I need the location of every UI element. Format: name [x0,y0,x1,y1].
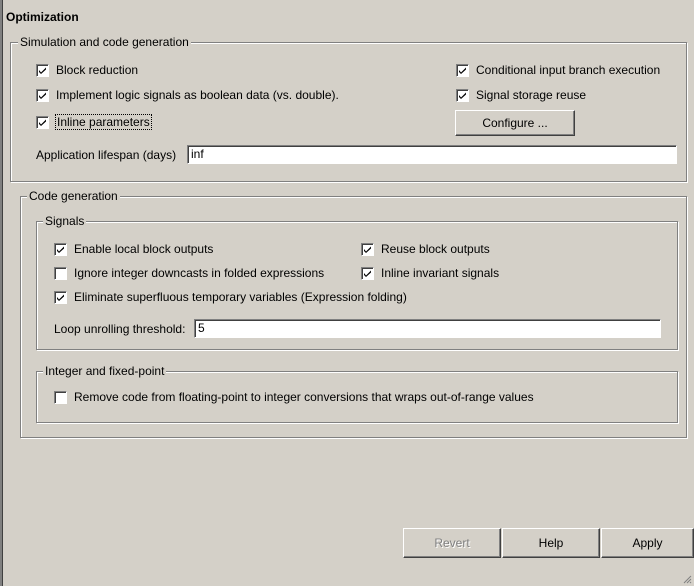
lifespan-label: Application lifespan (days) [36,148,177,162]
checkbox-label: Enable local block outputs [74,242,214,256]
checkbox-box[interactable] [361,266,374,280]
checkbox-label: Eliminate superfluous temporary variable… [74,290,407,304]
block-reduction-checkbox[interactable]: Block reduction [36,62,138,78]
sim-group-legend: Simulation and code generation [18,35,191,49]
checkbox-label: Reuse block outputs [381,242,490,256]
help-button[interactable]: Help [502,528,600,558]
integer-group-legend: Integer and fixed-point [43,364,167,378]
implement-logic-signals-checkbox[interactable]: Implement logic signals as boolean data … [36,87,339,103]
configure-button-label: Configure ... [482,116,548,130]
inline-invariant-signals-checkbox[interactable]: Inline invariant signals [361,265,499,281]
apply-button[interactable]: Apply [601,528,694,558]
configure-button[interactable]: Configure ... [455,110,575,136]
eliminate-temp-variables-checkbox[interactable]: Eliminate superfluous temporary variable… [54,289,407,305]
checkmark-icon [459,67,466,74]
checkmark-icon [459,92,466,99]
checkbox-box[interactable] [54,290,67,304]
window-border-inner [2,0,3,586]
signal-storage-reuse-checkbox[interactable]: Signal storage reuse [456,87,586,103]
checkbox-label: Ignore integer downcasts in folded expre… [74,266,325,280]
page-title: Optimization [6,10,79,24]
checkmark-icon [39,92,46,99]
checkbox-box[interactable] [54,266,67,280]
checkbox-label: Inline invariant signals [381,266,500,280]
resize-grip-icon[interactable] [682,574,692,584]
signals-group-legend: Signals [43,214,87,228]
checkbox-box[interactable] [54,242,67,256]
checkbox-box[interactable] [54,390,67,404]
checkbox-box[interactable] [361,242,374,256]
checkbox-box[interactable] [36,88,49,102]
checkbox-label: Remove code from floating-point to integ… [74,390,534,404]
conditional-input-branch-checkbox[interactable]: Conditional input branch execution [456,62,660,78]
loop-unrolling-input[interactable]: 5 [194,319,661,338]
loop-unrolling-label: Loop unrolling threshold: [54,322,186,336]
revert-button[interactable]: Revert [403,528,501,558]
enable-local-block-outputs-checkbox[interactable]: Enable local block outputs [54,241,213,257]
checkmark-icon [364,246,371,253]
checkbox-box[interactable] [36,115,49,129]
apply-button-label: Apply [632,536,663,550]
checkmark-icon [57,246,64,253]
checkbox-box[interactable] [456,63,469,77]
checkmark-icon [39,67,46,74]
lifespan-input[interactable]: inf [187,145,677,164]
checkbox-label: Implement logic signals as boolean data … [56,88,336,102]
checkmark-icon [39,119,46,126]
revert-button-label: Revert [434,536,470,550]
checkbox-label: Conditional input branch execution [476,63,661,77]
period-text: . [335,88,339,102]
ignore-integer-downcasts-checkbox[interactable]: Ignore integer downcasts in folded expre… [54,265,324,281]
checkbox-label: Signal storage reuse [476,88,587,102]
codegen-group-legend: Code generation [27,189,120,203]
checkbox-label: Block reduction [56,63,139,77]
checkmark-icon [364,270,371,277]
checkmark-icon [57,294,64,301]
checkbox-box[interactable] [36,63,49,77]
checkbox-label: Inline parameters [55,114,152,130]
help-button-label: Help [538,536,564,550]
remove-float-to-int-wrap-checkbox[interactable]: Remove code from floating-point to integ… [54,389,534,405]
reuse-block-outputs-checkbox[interactable]: Reuse block outputs [361,241,490,257]
checkbox-box[interactable] [456,88,469,102]
inline-parameters-checkbox[interactable]: Inline parameters [36,114,152,130]
